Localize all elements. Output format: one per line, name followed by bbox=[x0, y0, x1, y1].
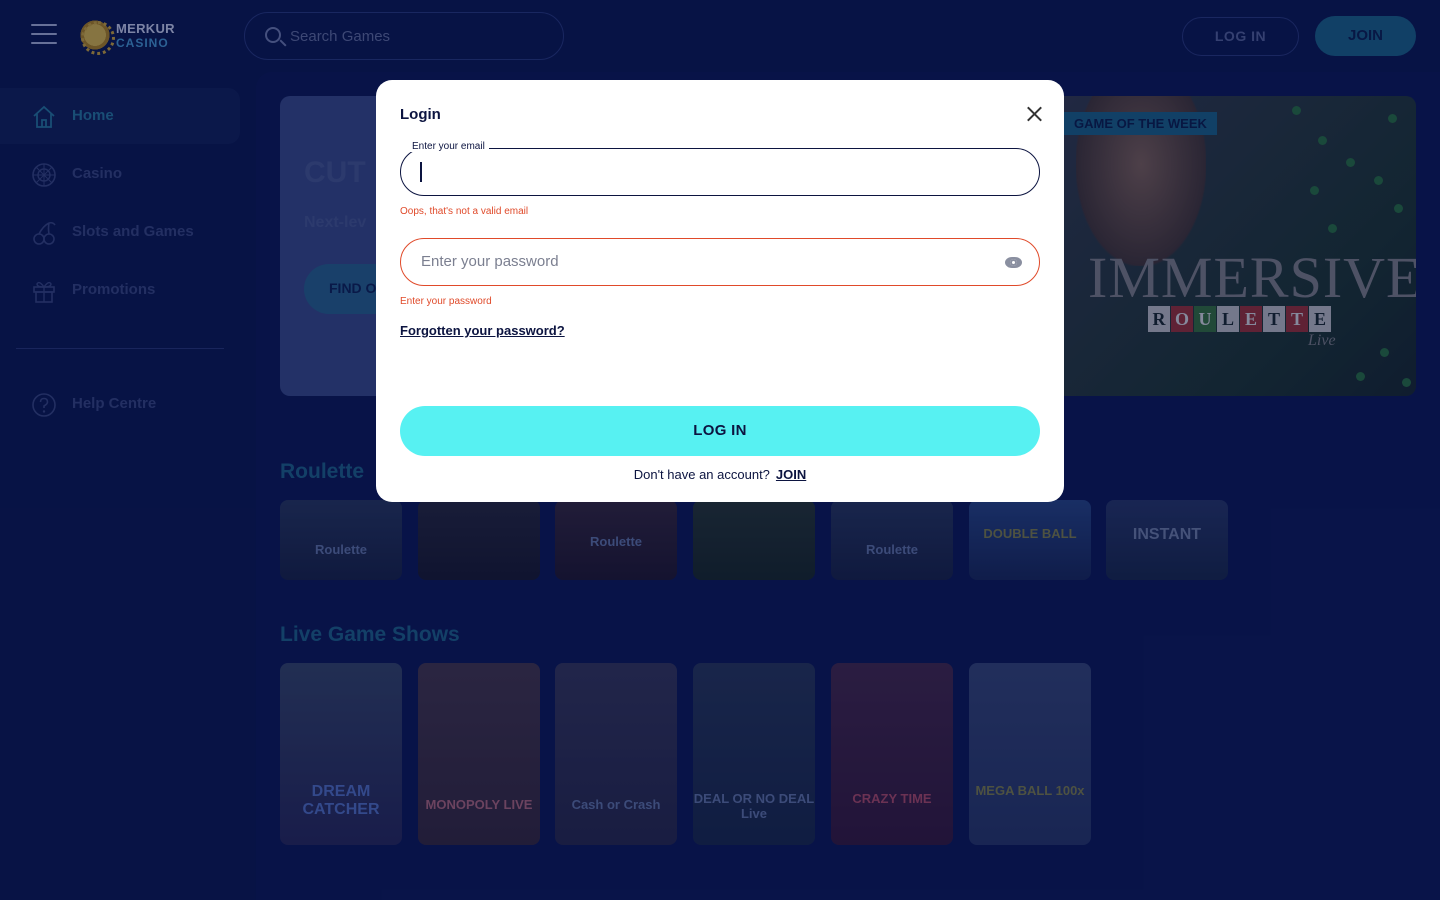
password-error-message: Enter your password bbox=[400, 296, 492, 307]
text-caret bbox=[420, 162, 422, 182]
email-field-label: Enter your email bbox=[408, 141, 489, 152]
email-error-message: Oops, that's not a valid email bbox=[400, 206, 529, 217]
login-button[interactable]: LOG IN bbox=[400, 406, 1040, 456]
close-icon[interactable] bbox=[1024, 104, 1044, 124]
password-field[interactable]: Enter your password bbox=[400, 238, 1040, 286]
join-link[interactable]: JOIN bbox=[776, 467, 806, 482]
email-field[interactable] bbox=[400, 148, 1040, 196]
show-password-eye-icon[interactable] bbox=[1005, 257, 1022, 268]
signup-prompt: Don't have an account? bbox=[633, 467, 770, 482]
signup-row: Don't have an account? JOIN bbox=[376, 467, 1064, 482]
modal-title: Login bbox=[400, 106, 441, 123]
forgot-password-link[interactable]: Forgotten your password? bbox=[400, 323, 565, 338]
login-modal: Login Enter your email Oops, that's not … bbox=[376, 80, 1064, 502]
password-placeholder: Enter your password bbox=[421, 253, 559, 270]
